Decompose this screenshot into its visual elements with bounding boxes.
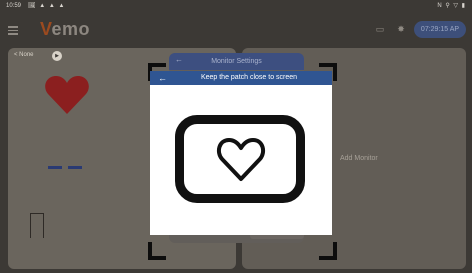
status-bar: 10:59 🖼 ▲ ▲ ▲ N ⚲ ▽ ▮ (0, 0, 472, 14)
play-icon[interactable]: ▶ (52, 51, 62, 61)
heart-outline-icon (216, 138, 266, 181)
clock-pill[interactable]: 07:29:15 AP (414, 21, 466, 38)
cast-icon[interactable]: ▭ (375, 24, 385, 34)
app-header: Vemo ▭ ✸ 07:29:15 AP (0, 14, 472, 46)
app-screen: 10:59 🖼 ▲ ▲ ▲ N ⚲ ▽ ▮ Vemo ▭ ✸ 07:29:15 … (0, 0, 472, 273)
add-monitor-label[interactable]: Add Monitor (340, 155, 378, 162)
monitor-settings-title: Monitor Settings (169, 53, 304, 70)
document-icon (30, 213, 44, 238)
modal-header: ← Keep the patch close to screen (150, 71, 332, 85)
status-time: 10:59 (6, 3, 22, 9)
scan-corner-bottom-right (319, 242, 337, 260)
status-system-icons: N ⚲ ▽ ▮ (437, 3, 466, 9)
brand-name-rest: emo (51, 19, 91, 39)
pairing-modal: ← Keep the patch close to screen (150, 71, 332, 235)
timer-chip[interactable]: < None (14, 52, 34, 58)
vital-value-placeholder (48, 156, 88, 174)
brand-initial: V (40, 19, 52, 39)
heart-patch-icon (175, 115, 305, 203)
back-arrow-icon[interactable]: ← (158, 72, 167, 84)
settings-back-icon[interactable]: ← (175, 55, 183, 64)
heart-rate-icon (45, 76, 89, 114)
hamburger-icon[interactable] (8, 26, 18, 35)
gear-icon[interactable]: ✸ (396, 24, 406, 34)
brand-logo: Vemo (40, 19, 90, 40)
modal-title: Keep the patch close to screen (200, 74, 298, 81)
status-notification-icons: 🖼 ▲ ▲ ▲ (28, 3, 66, 9)
scan-corner-bottom-left (148, 242, 166, 260)
